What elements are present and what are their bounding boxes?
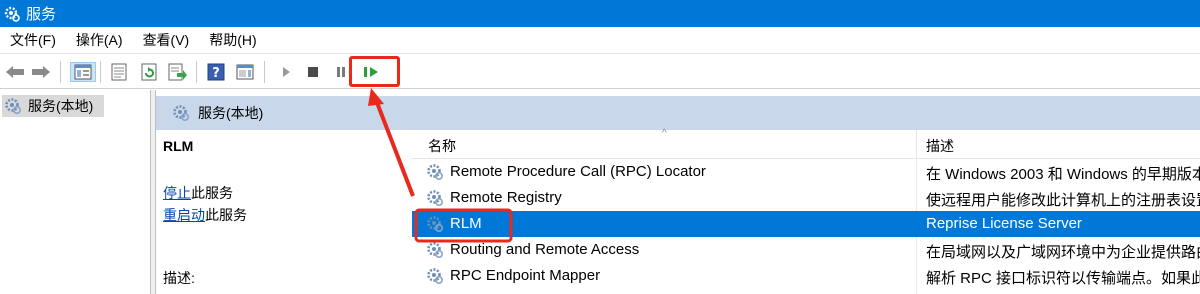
column-header-name[interactable]: 名称: [428, 136, 456, 156]
table-row[interactable]: RPC Endpoint Mapper 解析 RPC 接口标识符以传输端点。如果此: [412, 263, 1200, 289]
services-gear-icon: [4, 6, 20, 22]
table-row[interactable]: Remote Procedure Call (RPC) Locator 在 Win…: [412, 159, 1200, 185]
service-gear-icon: [427, 216, 444, 233]
svg-text:?: ?: [212, 66, 220, 81]
service-name: RPC Endpoint Mapper: [450, 267, 601, 284]
table-row[interactable]: Remote Registry 使远程用户能修改此计算机上的注册表设置: [412, 185, 1200, 211]
tree-pane: 服务(本地): [0, 90, 150, 294]
menu-help[interactable]: 帮助(H): [209, 30, 256, 50]
service-gear-icon: [427, 242, 444, 259]
start-service-icon[interactable]: [275, 62, 297, 82]
list-header: ^ 名称 描述: [412, 128, 1200, 159]
toolbar-separator: [264, 61, 265, 83]
service-gear-icon: [427, 164, 444, 181]
stop-suffix: 此服务: [191, 185, 233, 201]
detail-service-name: RLM: [163, 138, 194, 154]
toolbar: ?: [0, 55, 1200, 89]
restart-suffix: 此服务: [205, 207, 247, 223]
toolbar-separator: [100, 61, 101, 83]
stop-service-line: 停止此服务: [163, 183, 233, 203]
service-name: Remote Procedure Call (RPC) Locator: [450, 163, 706, 180]
menu-view[interactable]: 查看(V): [143, 30, 190, 50]
export-list-icon[interactable]: [167, 62, 189, 82]
service-detail-panel: RLM 停止此服务 重启动此服务 描述:: [156, 130, 412, 294]
services-gear-icon: [5, 98, 22, 115]
resume-highlight-box: [349, 56, 400, 87]
detail-description-label: 描述:: [163, 270, 195, 286]
service-gear-icon: [427, 268, 444, 285]
menu-action[interactable]: 操作(A): [76, 30, 123, 50]
properties-icon[interactable]: [108, 62, 130, 82]
toolbar-separator: [60, 61, 61, 83]
menu-file[interactable]: 文件(F): [10, 30, 56, 50]
service-description: 解析 RPC 接口标识符以传输端点。如果此: [926, 270, 1200, 287]
restart-service-link[interactable]: 重启动: [163, 207, 205, 223]
services-gear-icon: [173, 105, 190, 122]
service-name: Routing and Remote Access: [450, 241, 640, 258]
service-description: 在 Windows 2003 和 Windows 的早期版本: [926, 166, 1200, 183]
services-list: ^ 名称 描述 Remote Procedure Call (RPC) Loca…: [412, 128, 1200, 294]
tree-item-label: 服务(本地): [28, 98, 94, 114]
back-icon[interactable]: [4, 62, 26, 82]
service-gear-icon: [427, 190, 444, 207]
forward-icon[interactable]: [30, 62, 52, 82]
service-name: Remote Registry: [450, 189, 562, 206]
service-description: Reprise License Server: [926, 215, 1082, 232]
table-row[interactable]: Routing and Remote Access 在局域网以及广域网环境中为企业…: [412, 237, 1200, 263]
service-description: 在局域网以及广域网环境中为企业提供路由: [926, 244, 1200, 261]
help-icon[interactable]: ?: [205, 62, 227, 82]
stop-service-link[interactable]: 停止: [163, 185, 191, 201]
pane-header: 服务(本地): [156, 96, 1200, 130]
service-description: 使远程用户能修改此计算机上的注册表设置: [926, 192, 1200, 209]
services-pane: 服务(本地) RLM 停止此服务 重启动此服务 描述: ^ 名称 描述 Remo…: [156, 90, 1200, 294]
toolbar-separator: [196, 61, 197, 83]
column-divider[interactable]: [916, 130, 917, 159]
title-bar: 服务: [0, 0, 1200, 27]
sort-indicator-icon: ^: [662, 128, 667, 139]
menu-bar: 文件(F) 操作(A) 查看(V) 帮助(H): [0, 27, 1200, 54]
show-hide-tree-icon[interactable]: [70, 62, 96, 82]
table-row-selected[interactable]: RLM Reprise License Server: [412, 211, 1200, 237]
stop-service-icon[interactable]: [302, 62, 324, 82]
column-header-description[interactable]: 描述: [926, 136, 954, 156]
action-pane-icon[interactable]: [234, 62, 256, 82]
refresh-icon[interactable]: [138, 62, 160, 82]
restart-service-line: 重启动此服务: [163, 205, 247, 225]
service-name: RLM: [450, 215, 482, 232]
tree-item-services-local[interactable]: 服务(本地): [2, 95, 104, 117]
window-title: 服务: [26, 6, 57, 23]
pane-header-title: 服务(本地): [198, 105, 264, 121]
